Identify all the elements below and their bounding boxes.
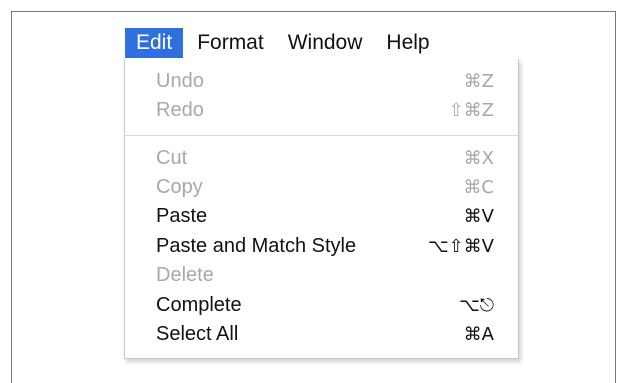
- menu-item-label: Complete: [156, 294, 242, 316]
- menu-separator: [125, 135, 518, 136]
- menu-item-delete[interactable]: Delete: [125, 261, 518, 290]
- menu-item-select-all[interactable]: Select All ⌘A: [125, 320, 518, 349]
- menu-item-label: Select All: [156, 323, 239, 345]
- menu-window[interactable]: Window: [276, 28, 375, 58]
- menu-item-paste[interactable]: Paste ⌘V: [125, 202, 518, 231]
- menu-item-complete[interactable]: Complete ⌥⎋: [125, 291, 518, 320]
- shortcut-paste-and-match-style: ⌥⇧⌘V: [427, 236, 494, 257]
- menu-item-undo[interactable]: Undo ⌘Z: [125, 67, 518, 96]
- menu-item-label: Paste and Match Style: [156, 235, 357, 257]
- menu-bar: Edit Format Window Help: [125, 28, 442, 58]
- shortcut-complete: ⌥⎋: [459, 295, 494, 316]
- menu-item-label: Undo: [156, 70, 204, 92]
- menu-edit[interactable]: Edit: [125, 28, 184, 58]
- menu-item-cut[interactable]: Cut ⌘X: [125, 144, 518, 173]
- shortcut-copy: ⌘C: [463, 177, 494, 198]
- menu-item-label: Delete: [156, 264, 214, 286]
- shortcut-redo: ⇧⌘Z: [448, 100, 494, 121]
- menu-item-label: Redo: [156, 99, 204, 121]
- edit-menu-dropdown: Undo ⌘Z Redo ⇧⌘Z Cut ⌘X Copy ⌘C Paste ⌘V…: [124, 59, 519, 359]
- menu-item-copy[interactable]: Copy ⌘C: [125, 173, 518, 202]
- menu-item-paste-and-match-style[interactable]: Paste and Match Style ⌥⇧⌘V: [125, 232, 518, 261]
- menu-item-label: Cut: [156, 147, 188, 169]
- menu-item-redo[interactable]: Redo ⇧⌘Z: [125, 96, 518, 125]
- menu-format[interactable]: Format: [183, 28, 276, 58]
- shortcut-paste: ⌘V: [463, 206, 494, 227]
- shortcut-undo: ⌘Z: [463, 71, 494, 92]
- menu-item-label: Copy: [156, 176, 203, 198]
- shortcut-select-all: ⌘A: [463, 324, 494, 345]
- menu-item-label: Paste: [156, 205, 208, 227]
- shortcut-cut: ⌘X: [463, 148, 494, 169]
- menu-help[interactable]: Help: [374, 28, 441, 58]
